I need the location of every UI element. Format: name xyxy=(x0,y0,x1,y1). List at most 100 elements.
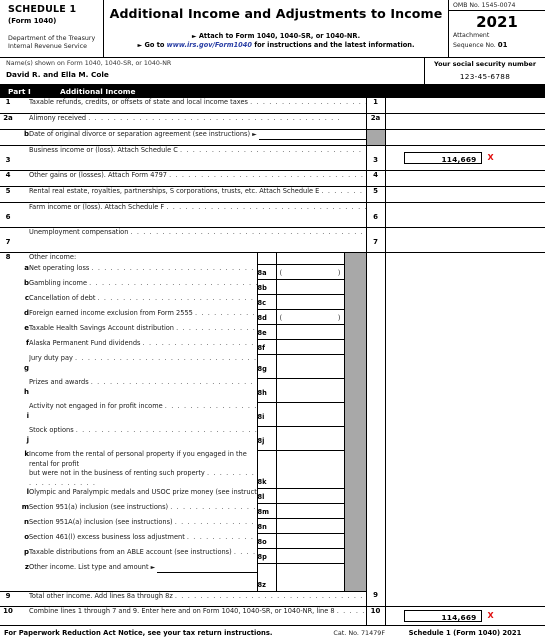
table-row: f Alaska Permanent Fund dividends . . . … xyxy=(0,339,545,355)
line-8i-amount[interactable] xyxy=(275,402,344,427)
line-6-amount[interactable] xyxy=(384,202,545,228)
line-7-amount[interactable] xyxy=(384,227,545,253)
line-8l-text: Olympic and Paralympic medals and USOC p… xyxy=(29,488,257,496)
line-8p-letter: p xyxy=(23,548,29,556)
gray-block xyxy=(343,426,366,450)
line-7-label: Unemployment compensation . . . . . . . … xyxy=(29,228,366,253)
line-8d-amount[interactable]: () xyxy=(275,309,344,325)
line-8-label: Other income: xyxy=(29,253,77,261)
line-8e-right-amount xyxy=(384,324,545,339)
line-8b-box-number: 8b xyxy=(256,279,276,295)
line-8p-amount[interactable] xyxy=(275,548,344,564)
line-8n-amount[interactable] xyxy=(275,518,344,534)
line-5-number: 5 xyxy=(5,187,11,195)
table-row: a Net operating loss . . . . . . . . . .… xyxy=(0,263,545,280)
table-row: c Cancellation of debt . . . . . . . . .… xyxy=(0,294,545,310)
line-8h-text: Prizes and awards xyxy=(29,378,89,386)
table-row: 3 Business income or (loss). Attach Sche… xyxy=(0,145,545,171)
line-10-amount-cell: 114,669 X xyxy=(384,606,545,625)
line-8c-box-number: 8c xyxy=(256,294,276,310)
line-8l-amount[interactable] xyxy=(275,488,344,504)
sequence-line: Sequence No. 01 xyxy=(449,41,545,51)
gray-block xyxy=(343,533,366,548)
line-10-amount-input[interactable]: 114,669 xyxy=(403,610,482,622)
ssn-value[interactable]: 123-45-6788 xyxy=(425,72,545,81)
line-8f-amount[interactable] xyxy=(275,339,344,355)
line-8k-text-1: Income from the rental of personal prope… xyxy=(29,450,247,468)
line-5-label: Rental real estate, royalties, partnersh… xyxy=(29,187,366,203)
line-5-box-number: 5 xyxy=(365,186,385,203)
line-8-gray-block xyxy=(343,252,366,264)
goto-instruction: ► Go to www.irs.gov/Form1040 for instruc… xyxy=(104,41,448,50)
table-row: j Stock options . . . . . . . . . . . . … xyxy=(0,426,545,451)
taxpayer-name-label: Name(s) shown on Form 1040, 1040-SR, or … xyxy=(6,60,172,67)
leader-dots: . . . . . . . . . . . . . . . . . . . . … xyxy=(91,264,257,272)
line-8g-amount[interactable] xyxy=(275,354,344,379)
gray-block xyxy=(343,294,366,309)
line-3-amount-input[interactable]: 114,669 xyxy=(403,152,482,164)
gray-block xyxy=(343,563,366,591)
table-row: z Other income. List type and amount ► 8… xyxy=(0,563,545,592)
line-9-amount[interactable] xyxy=(384,591,545,607)
line-8z-amount[interactable] xyxy=(275,563,344,592)
line-8b-amount[interactable] xyxy=(275,279,344,295)
irs-form1040-link[interactable]: www.irs.gov/Form1040 xyxy=(167,41,252,49)
table-row: b Date of original divorce or separation… xyxy=(0,129,545,146)
leader-dots: . . . . . . . . . . . . . . . . . . . . … xyxy=(75,426,257,434)
line-8g-letter: g xyxy=(23,364,29,372)
table-row: i Activity not engaged in for profit inc… xyxy=(0,402,545,427)
table-row: b Gambling income . . . . . . . . . . . … xyxy=(0,279,545,295)
line-8d-label: Foreign earned income exclusion from For… xyxy=(29,309,257,324)
line-4-number: 4 xyxy=(5,171,11,179)
line-8j-label: Stock options . . . . . . . . . . . . . … xyxy=(29,426,257,450)
right-triangle-icon: ► xyxy=(191,33,197,40)
gray-block xyxy=(343,378,366,402)
line-8z-type-input[interactable] xyxy=(157,565,257,573)
line-8l-letter: l xyxy=(26,488,29,496)
line-8h-amount[interactable] xyxy=(275,378,344,403)
line-2b-date-input[interactable] xyxy=(258,132,366,140)
taxpayer-name-value[interactable]: David R. and Ella M. Cole xyxy=(6,70,424,79)
line-8m-amount[interactable] xyxy=(275,503,344,519)
line-7-box-number: 7 xyxy=(365,227,385,253)
line-8p-label: Taxable distributions from an ABLE accou… xyxy=(29,548,257,563)
line-8h-label: Prizes and awards . . . . . . . . . . . … xyxy=(29,378,257,402)
line-8o-box-number: 8o xyxy=(256,533,276,549)
line-8b-right-blank xyxy=(365,279,385,294)
sequence-label: Sequence No. xyxy=(453,41,496,49)
line-10-error-flag[interactable]: X xyxy=(488,611,494,620)
line-8c-letter: c xyxy=(24,294,29,302)
line-8b-text: Gambling income xyxy=(29,279,88,287)
line-8a-amount[interactable]: () xyxy=(275,263,344,280)
line-8n-letter: n xyxy=(24,518,29,526)
leader-dots: . . . . . . . . . . . . . . . . . . . . … xyxy=(250,98,366,106)
line-8a-label: Net operating loss . . . . . . . . . . .… xyxy=(29,264,257,279)
leader-dots: . . . . . . . . . . . . . . . . . . . . … xyxy=(174,591,366,600)
line-8o-letter: o xyxy=(24,533,29,541)
line-8c-right-blank xyxy=(365,294,385,309)
line-8l-label: Olympic and Paralympic medals and USOC p… xyxy=(29,488,257,503)
leader-dots: . . . . . . . . . . . xyxy=(336,607,366,615)
line-8j-amount[interactable] xyxy=(275,426,344,451)
line-3-error-flag[interactable]: X xyxy=(488,153,494,162)
line-8c-amount[interactable] xyxy=(275,294,344,310)
line-5-amount[interactable] xyxy=(384,186,545,203)
line-6-label: Farm income or (loss). Attach Schedule F… xyxy=(29,203,366,228)
line-8e-label: Taxable Health Savings Account distribut… xyxy=(29,324,257,339)
line-8i-letter: i xyxy=(26,412,29,420)
line-10-box-number: 10 xyxy=(365,606,385,625)
line-8k-amount[interactable] xyxy=(275,450,344,489)
line-8o-amount[interactable] xyxy=(275,533,344,549)
line-2a-amount[interactable] xyxy=(384,113,545,130)
sub-col-divider xyxy=(256,252,276,264)
line-1-amount[interactable] xyxy=(384,98,545,114)
line-8e-amount[interactable] xyxy=(275,324,344,340)
leader-dots: . . . . . . . . . . . . . . . . . . . . … xyxy=(176,324,257,332)
line-8d-letter: d xyxy=(23,309,29,317)
line-4-amount[interactable] xyxy=(384,170,545,187)
gray-block xyxy=(343,324,366,339)
schedule-1-form: SCHEDULE 1 (Form 1040) Department of the… xyxy=(0,0,545,640)
table-row: 4 Other gains or (losses). Attach Form 4… xyxy=(0,170,545,187)
form-footer: For Paperwork Reduction Act Notice, see … xyxy=(0,625,545,637)
line-8m-right-blank xyxy=(365,503,385,518)
